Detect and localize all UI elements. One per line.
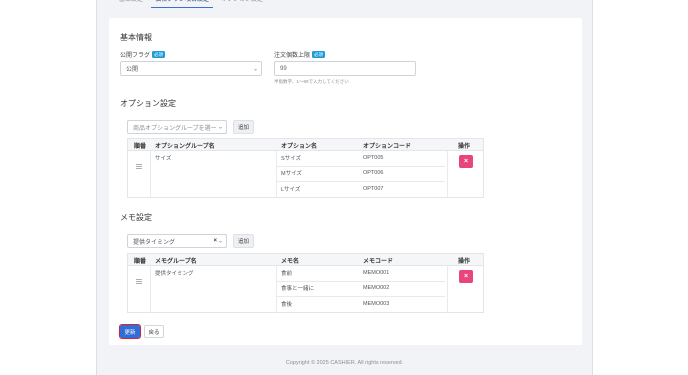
memo-col-code: メモコード [363,258,394,265]
memo-group-value: 提供タイミング [133,239,176,246]
drag-handle-icon[interactable] [136,164,142,169]
divider [447,266,448,313]
memo-col-name: メモ名 [281,258,300,265]
memo-settings-heading: メモ設定 [120,213,152,222]
required-badge: 必須 [152,51,166,58]
option-group-placeholder: 商品オプショングループを選ー [133,125,217,132]
order-limit-hint: 半角数字、1〜99で入力してください [274,79,349,84]
option-group-select[interactable]: 商品オプショングループを選ー ⌄ [127,120,227,134]
tab-basic[interactable]: 基本設定 [113,0,149,8]
option-row-code: OPT006 [363,170,384,176]
publish-flag-label-text: 公開フラグ [120,53,151,59]
memo-row-code: MEMO001 [363,270,390,276]
memo-col-group: メモグループ名 [155,258,197,265]
divider [276,296,445,297]
order-limit-input[interactable]: 99 [274,61,416,76]
option-col-order: 順番 [134,143,147,150]
drag-handle-icon[interactable] [136,279,142,284]
option-group-name: サイズ [155,156,172,162]
option-col-action: 操作 [458,143,471,150]
option-settings-heading: オプション設定 [120,99,176,108]
publish-flag-value: 公開 [126,67,139,73]
order-limit-label: 注文個数上限 必須 [274,50,326,59]
memo-col-action: 操作 [458,258,471,265]
memo-group-select[interactable]: 提供タイミング × ⌄ [127,234,227,248]
option-row-name: Mサイズ [281,171,302,177]
divider [150,151,151,198]
close-icon: × [463,158,469,165]
memo-table: 順番 メモグループ名 メモ名 メモコード 操作 提供タイミング 食前 MEMO0… [127,253,484,313]
memo-row-name: 食前 [281,271,293,277]
clear-icon[interactable]: × [213,238,217,244]
option-row-code: OPT007 [363,186,384,192]
memo-row-code: MEMO003 [363,301,390,307]
divider [276,151,277,198]
content-frame: 基本設定 価格プラン項目設定 オプション設定 基本情報 公開フラグ 必須 公開 … [96,0,593,375]
publish-flag-select[interactable]: 公開 ⌄ [120,61,262,76]
option-row-name: Lサイズ [281,187,301,193]
tab-bar: 基本設定 価格プラン項目設定 オプション設定 [113,0,269,10]
memo-delete-button[interactable]: × [459,270,473,283]
chevron-down-icon: ⌄ [217,124,223,131]
publish-flag-label: 公開フラグ 必須 [120,50,166,59]
memo-row-name: 食後 [281,302,293,308]
divider [276,266,277,313]
option-col-code: オプションコード [363,143,412,150]
option-col-group: オプショングループ名 [155,143,215,150]
option-row-name: Sサイズ [281,156,302,162]
tab-option[interactable]: オプション設定 [215,0,269,8]
memo-col-order: 順番 [134,258,147,265]
option-table: 順番 オプショングループ名 オプション名 オプションコード 操作 サイズ Sサイ… [127,138,484,198]
divider [276,181,445,182]
footer-copyright: Copyright © 2025 CASHIER. All rights res… [285,360,404,366]
chevron-down-icon: ⌄ [217,238,223,245]
chevron-down-icon: ⌄ [252,66,258,72]
divider [150,266,151,313]
required-badge: 必須 [312,51,326,58]
option-add-button[interactable]: 追加 [233,120,254,134]
tab-price-plan[interactable]: 価格プラン項目設定 [149,0,215,8]
memo-row-code: MEMO002 [363,285,390,291]
memo-add-button[interactable]: 追加 [233,234,254,248]
settings-card: 基本情報 公開フラグ 必須 公開 ⌄ 注文個数上限 必須 99 半角数字、1〜9… [109,18,582,345]
basic-info-heading: 基本情報 [120,33,152,42]
option-row-code: OPT005 [363,155,384,161]
divider [447,151,448,198]
back-button[interactable]: 戻る [144,325,164,338]
close-icon: × [463,273,469,280]
memo-row-name: 食事と一緒に [281,286,315,292]
option-col-name: オプション名 [281,143,318,150]
option-delete-button[interactable]: × [459,155,473,168]
memo-group-name: 提供タイミング [155,271,194,277]
order-limit-label-text: 注文個数上限 [274,53,311,59]
update-button[interactable]: 更新 [118,323,142,340]
